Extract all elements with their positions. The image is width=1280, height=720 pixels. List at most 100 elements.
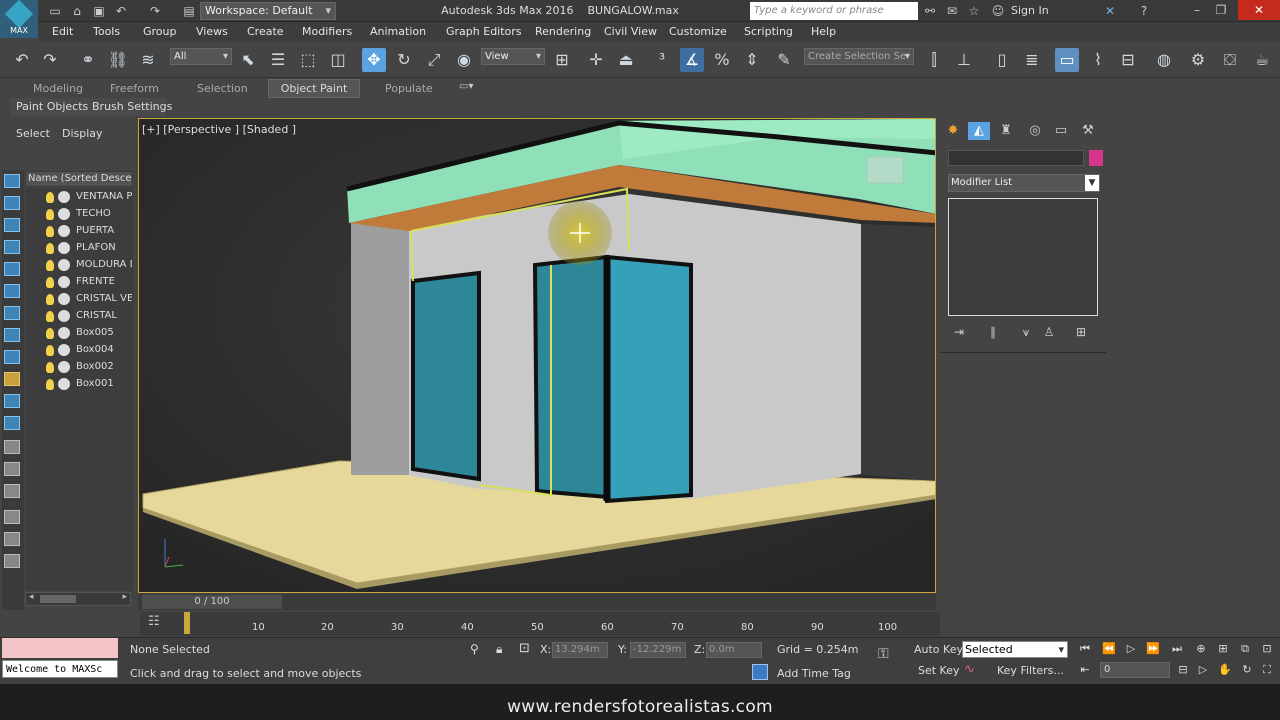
list-item[interactable]: TECHO — [44, 207, 132, 223]
next-frame-icon[interactable]: ⏩ — [1144, 641, 1162, 657]
tab-modeling[interactable]: Modeling — [33, 82, 83, 95]
display-helpers-icon[interactable] — [4, 306, 20, 320]
glass-door[interactable] — [532, 254, 609, 500]
display-particles-icon[interactable] — [4, 416, 20, 430]
mirror-icon[interactable]: ⫿ — [922, 48, 946, 72]
list-item[interactable]: FRENTE — [44, 275, 132, 291]
find-icon[interactable] — [4, 532, 20, 546]
menu-group[interactable]: Group — [143, 25, 177, 38]
menu-civil-view[interactable]: Civil View — [604, 25, 657, 38]
exchange-apps-icon[interactable]: ✕ — [1102, 3, 1118, 19]
ribbon-options-icon[interactable]: ▭▾ — [459, 81, 479, 93]
time-cursor[interactable] — [184, 612, 190, 634]
list-item[interactable]: Box001 — [44, 377, 132, 393]
utilities-tab-icon[interactable]: ⚒ — [1077, 122, 1099, 140]
motion-tab-icon[interactable]: ◎ — [1024, 122, 1046, 140]
zoom-extents-all-icon[interactable]: ⧉ — [1236, 641, 1254, 657]
explorer-options-icon[interactable] — [4, 554, 20, 568]
display-cameras-icon[interactable] — [4, 284, 20, 298]
visibility-icon[interactable] — [58, 242, 70, 254]
scene-explorer-select-menu[interactable]: Select — [16, 127, 50, 140]
viewport-label[interactable]: [+] [Perspective ] [Shaded ] — [142, 123, 296, 136]
remove-modifier-icon[interactable]: ♙ — [1040, 324, 1058, 340]
brush-settings-button[interactable]: Brush Settings — [92, 100, 172, 113]
tab-selection[interactable]: Selection — [197, 82, 248, 95]
menu-create[interactable]: Create — [247, 25, 284, 38]
display-all-icon[interactable] — [4, 196, 20, 210]
maximize-icon[interactable]: ❐ — [1206, 0, 1236, 20]
tab-populate[interactable]: Populate — [385, 82, 433, 95]
favorites-star-icon[interactable]: ☆ — [966, 3, 982, 19]
reference-coordinate-dropdown[interactable]: View — [481, 48, 545, 65]
name-column-header[interactable]: Name (Sorted Descend — [25, 171, 133, 187]
app-logo-button[interactable]: MAX — [0, 0, 38, 38]
link-icon[interactable]: ⚭ — [76, 48, 100, 72]
hierarchy-tab-icon[interactable]: ♜ — [995, 122, 1017, 140]
list-item[interactable]: Box002 — [44, 360, 132, 376]
display-geometry-icon[interactable] — [4, 218, 20, 232]
display-groups-icon[interactable] — [4, 350, 20, 364]
light-bulb-icon[interactable] — [46, 294, 54, 305]
maxscript-listener-mini[interactable] — [2, 638, 118, 658]
named-selection-dropdown[interactable]: Create Selection Se — [804, 48, 914, 65]
workspace-dropdown[interactable]: Workspace: Default — [200, 2, 336, 20]
undo-icon[interactable]: ↶ — [112, 2, 130, 20]
window-crossing-icon[interactable]: ◫ — [326, 48, 350, 72]
key-icon[interactable]: ⚿ — [878, 646, 889, 662]
x-coordinate-field[interactable]: 13.294m — [552, 642, 608, 658]
list-item[interactable]: PLAFON — [44, 241, 132, 257]
scroll-left-icon[interactable]: ◂ — [29, 592, 34, 602]
list-item[interactable]: Box004 — [44, 343, 132, 359]
percent-snap-icon[interactable]: % — [710, 48, 734, 72]
left-window-glass[interactable] — [411, 270, 481, 482]
visibility-icon[interactable] — [58, 344, 70, 356]
user-icon[interactable]: ☺ — [990, 3, 1006, 19]
go-to-end-icon[interactable]: ⏭ — [1168, 641, 1186, 657]
display-tab-icon[interactable]: ▭ — [1050, 122, 1072, 140]
redo-icon[interactable]: ↷ — [146, 2, 164, 20]
redo-icon[interactable]: ↷ — [38, 48, 62, 72]
modifier-list-dropdown[interactable]: Modifier List — [948, 174, 1100, 192]
scroll-right-icon[interactable]: ▸ — [122, 592, 127, 602]
play-icon[interactable]: ▷ — [1122, 641, 1140, 657]
pivot-center-icon[interactable]: ⊞ — [550, 48, 574, 72]
list-item[interactable]: CRISTAL VE — [44, 292, 132, 308]
orbit-icon[interactable]: ↻ — [1238, 662, 1256, 678]
zoom-region-icon[interactable]: ⊡ — [1258, 641, 1276, 657]
viewcube[interactable] — [866, 156, 904, 184]
object-name-field[interactable] — [948, 150, 1084, 166]
scrollbar-thumb[interactable] — [40, 595, 76, 603]
key-tangent-icon[interactable]: ∿ — [964, 662, 975, 677]
schematic-view-icon[interactable]: ⊟ — [1116, 48, 1140, 72]
light-bulb-icon[interactable] — [46, 362, 54, 373]
maximize-viewport-icon[interactable]: ⛶ — [1258, 662, 1276, 678]
snaps-toggle-icon[interactable]: ³ — [650, 48, 674, 72]
help-icon[interactable]: ? — [1136, 3, 1152, 19]
scene-explorer-toggle-icon[interactable]: ▯ — [990, 48, 1014, 72]
menu-tools[interactable]: Tools — [93, 25, 120, 38]
light-bulb-icon[interactable] — [46, 209, 54, 220]
search-input[interactable]: Type a keyword or phrase — [750, 2, 918, 20]
render-production-icon[interactable]: ☕ — [1250, 48, 1274, 72]
previous-frame-icon[interactable]: ⏪ — [1100, 641, 1118, 657]
object-color-swatch[interactable] — [1089, 150, 1103, 166]
display-none-icon[interactable] — [4, 174, 20, 188]
light-bulb-icon[interactable] — [46, 243, 54, 254]
edit-named-selection-icon[interactable]: ✎ — [772, 48, 796, 72]
visibility-icon[interactable] — [58, 259, 70, 271]
visibility-icon[interactable] — [58, 208, 70, 220]
select-move-icon[interactable]: ✥ — [362, 48, 386, 72]
explorer-horizontal-scrollbar[interactable]: ◂ ▸ — [25, 592, 131, 606]
select-by-name-icon[interactable]: ☰ — [266, 48, 290, 72]
light-bulb-icon[interactable] — [46, 192, 54, 203]
new-file-icon[interactable]: ▭ — [46, 2, 64, 20]
communication-center-icon[interactable]: ✉ — [944, 3, 960, 19]
visibility-icon[interactable] — [58, 310, 70, 322]
auto-key-button[interactable]: Auto Key — [914, 643, 963, 656]
keyboard-shortcut-override-icon[interactable]: ⏏ — [614, 48, 638, 72]
select-scale-icon[interactable]: ⤢ — [422, 48, 446, 72]
display-lights-icon[interactable] — [4, 262, 20, 276]
pan-view-icon[interactable]: ✋ — [1216, 662, 1234, 678]
explorer-hierarchy-icon[interactable] — [4, 462, 20, 476]
light-bulb-icon[interactable] — [46, 345, 54, 356]
